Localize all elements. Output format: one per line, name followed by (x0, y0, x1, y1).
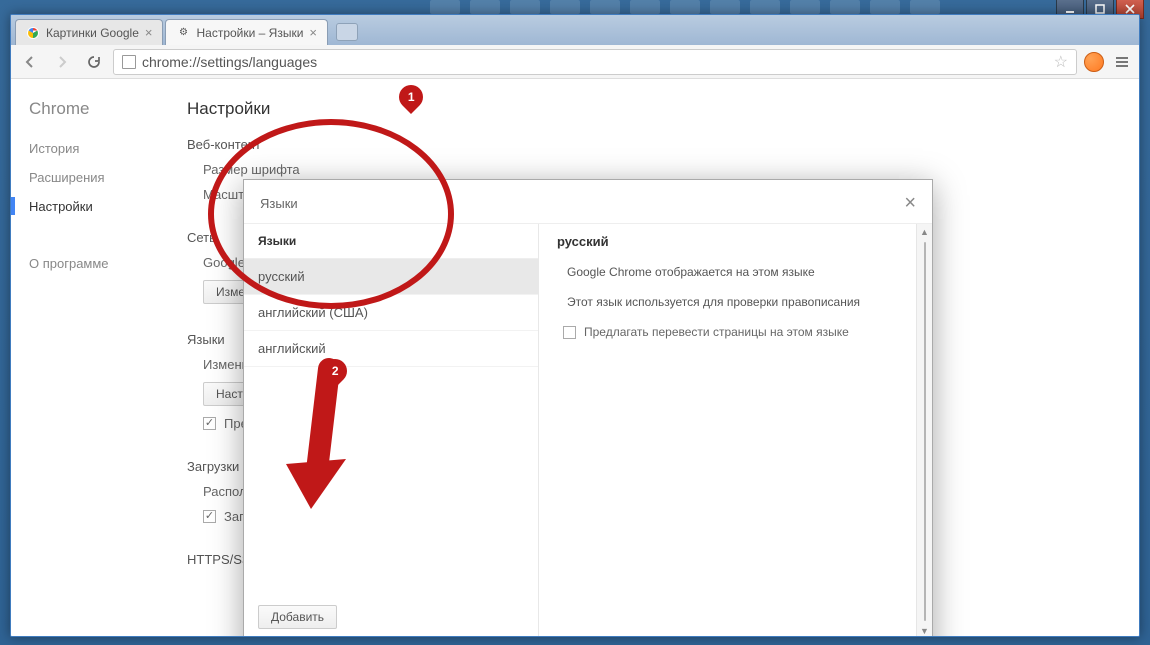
menu-icon[interactable] (1111, 51, 1133, 73)
sidebar-item-about[interactable]: О программе (29, 256, 143, 271)
new-tab-button[interactable] (336, 23, 358, 41)
sidebar-item-settings[interactable]: Настройки (29, 199, 143, 214)
scroll-down-icon[interactable]: ▼ (917, 623, 933, 637)
page-title: Настройки (187, 99, 1113, 119)
offer-translate-label: Предлагать перевести страницы на этом яз… (584, 325, 849, 339)
dialog-title: Языки (260, 196, 298, 211)
section-web-content: Веб-контент (187, 137, 1113, 152)
settings-sidebar: Chrome История Расширения Настройки О пр… (11, 79, 161, 636)
detail-spellcheck-lang: Этот язык используется для проверки прав… (557, 295, 914, 309)
browser-tab-settings[interactable]: ⚙ Настройки – Языки × (165, 19, 328, 45)
os-taskbar-apps (430, 0, 1020, 14)
tab-strip: Картинки Google × ⚙ Настройки – Языки × (11, 15, 1139, 45)
language-item-english[interactable]: английский (244, 331, 538, 367)
offer-translate-checkbox[interactable] (563, 326, 576, 339)
chrome-brand: Chrome (29, 99, 143, 119)
dialog-close-button[interactable]: × (904, 192, 916, 215)
extension-icon[interactable] (1083, 51, 1105, 73)
page-icon (122, 55, 136, 69)
add-language-button[interactable]: Добавить (258, 605, 337, 629)
language-list-pane: Языки русский английский (США) английски… (244, 224, 539, 637)
detail-display-lang: Google Chrome отображается на этом языке (557, 265, 914, 279)
language-item-russian[interactable]: русский (244, 259, 538, 295)
forward-button[interactable] (49, 49, 75, 75)
browser-tab-google-images[interactable]: Картинки Google × (15, 19, 163, 45)
language-column-header: Языки (244, 224, 538, 259)
google-favicon-icon (26, 26, 40, 40)
reload-button[interactable] (81, 49, 107, 75)
gear-favicon-icon: ⚙ (176, 26, 190, 40)
url-input[interactable] (142, 54, 1048, 70)
sidebar-item-history[interactable]: История (29, 141, 143, 156)
ask-download-checkbox[interactable] (203, 510, 216, 523)
languages-dialog: Языки × Языки русский английский (США) а… (243, 179, 933, 637)
detail-language-name: русский (557, 234, 914, 249)
bookmark-star-icon[interactable]: ☆ (1054, 52, 1068, 72)
language-detail-pane: русский Google Chrome отображается на эт… (539, 224, 932, 637)
scroll-up-icon[interactable]: ▲ (917, 224, 933, 240)
translate-offer-checkbox[interactable] (203, 417, 216, 430)
tab-close-icon[interactable]: × (309, 25, 317, 40)
back-button[interactable] (17, 49, 43, 75)
font-size-row: Размер шрифта (187, 162, 1113, 177)
tab-title: Настройки – Языки (196, 26, 303, 40)
omnibox[interactable]: ☆ (113, 49, 1077, 75)
sidebar-item-extensions[interactable]: Расширения (29, 170, 143, 185)
tab-close-icon[interactable]: × (145, 25, 153, 40)
browser-toolbar: ☆ (11, 45, 1139, 79)
tab-title: Картинки Google (46, 26, 139, 40)
detail-scrollbar[interactable]: ▲ ▼ (916, 224, 932, 637)
scroll-thumb[interactable] (924, 242, 926, 621)
language-item-english-us[interactable]: английский (США) (244, 295, 538, 331)
